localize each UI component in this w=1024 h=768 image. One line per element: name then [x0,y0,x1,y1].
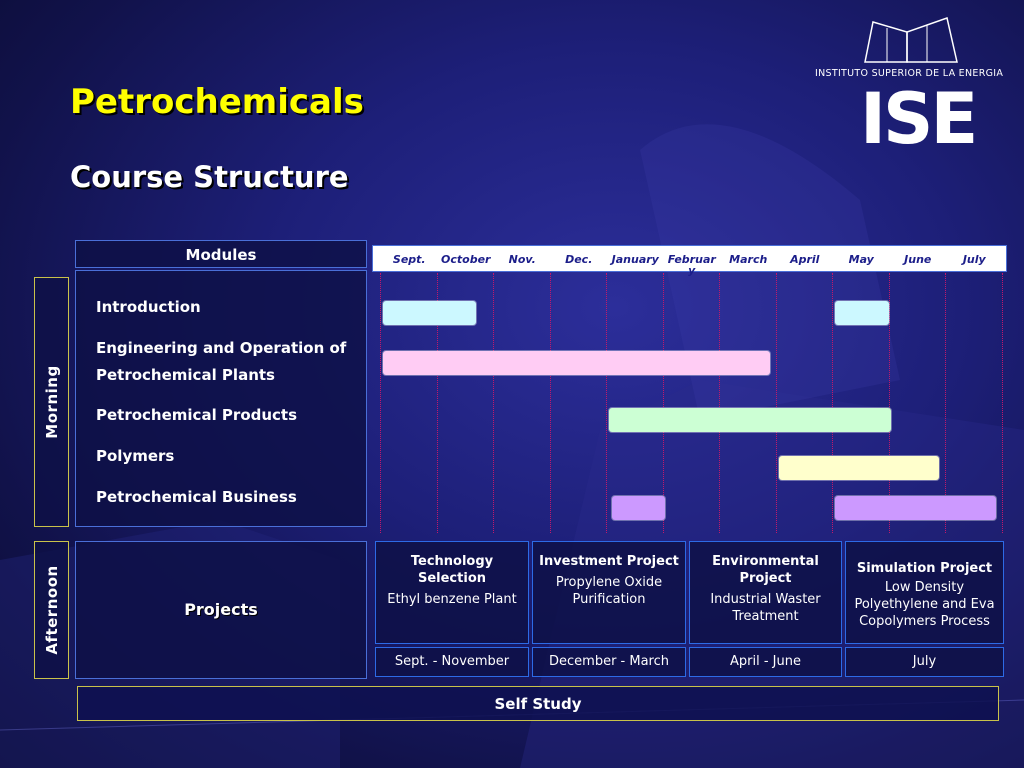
project-environmental: Environmental Project Industrial Waster … [689,541,842,644]
module-polymers: Polymers [96,447,175,465]
module-petrochemical-business: Petrochemical Business [96,488,297,506]
month-label: June [904,253,932,266]
gantt-bar [383,351,770,375]
month-label: July [962,253,986,266]
month-gridline [832,273,833,533]
month-label: Februar y [667,253,716,277]
afternoon-label: Afternoon [34,541,69,679]
afternoon-label-text: Afternoon [42,565,61,655]
month-label: Sept. [392,253,426,266]
month-gridline [775,273,777,533]
month-gridline [606,273,607,533]
modules-list: Introduction Engineering and Operation o… [75,270,367,527]
project-investment: Investment Project Propylene Oxide Purif… [532,541,686,644]
project-period: December - March [532,647,686,677]
month-label: April [790,253,820,266]
month-label: May [848,253,874,266]
project-description: Ethyl benzene Plant [387,592,517,607]
projects-box: Projects [75,541,367,679]
month-label: October [441,253,491,266]
month-gridline [1001,273,1003,533]
slide-subtitle: Course Structure [70,160,349,194]
project-period: April - June [689,647,842,677]
month-gridline [888,273,890,533]
module-introduction: Introduction [96,298,201,316]
project-description: Industrial Waster Treatment [710,592,821,624]
project-technology-selection: Technology Selection Ethyl benzene Plant [375,541,529,644]
month-label: Nov. [508,253,536,266]
gantt-bar [778,456,940,480]
gantt-bar [609,408,892,432]
month-gridline [945,273,946,533]
morning-label-text: Morning [42,365,61,439]
ise-logo-acronym: ISE [860,78,978,160]
project-simulation: Simulation Project Low Density Polyethyl… [845,541,1004,644]
gantt-bar [611,496,666,520]
month-label: March [729,253,768,266]
month-gridline [719,273,720,533]
project-title: Investment Project [539,554,679,569]
slide-title: Petrochemicals [70,82,364,122]
project-title: Technology Selection [410,554,494,586]
gantt-bar [835,496,996,520]
project-period: July [845,647,1004,677]
month-gridline [493,273,494,533]
month-label: Dec. [565,253,593,266]
module-engineering-line1: Engineering and Operation of [96,339,347,357]
project-title: Simulation Project [856,561,993,576]
projects-label: Projects [184,600,258,619]
modules-header: Modules [75,240,367,268]
month-gridline [662,273,664,533]
project-description: Propylene Oxide Purification [555,575,663,607]
month-label: January [611,253,659,266]
module-engineering-line2: Petrochemical Plants [96,366,275,384]
gantt-bar [383,301,477,325]
gantt-bar [835,301,889,325]
self-study-bar: Self Study [77,686,999,721]
ise-logo-emblem-icon [864,17,958,63]
module-petrochemical-products: Petrochemical Products [96,406,298,424]
ise-logo: INSTITUTO SUPERIOR DE LA ENERGIA ISE [815,14,1010,154]
month-gridline [549,273,551,533]
project-period: Sept. - November [375,647,529,677]
project-title: Environmental Project [712,554,819,586]
month-header: Sept. October Nov. Dec. January Februar y Marc… [372,245,1007,276]
month-gridline [380,273,381,533]
project-description: Low Density Polyethylene and Eva Copolym… [854,580,995,629]
morning-label: Morning [34,277,69,527]
